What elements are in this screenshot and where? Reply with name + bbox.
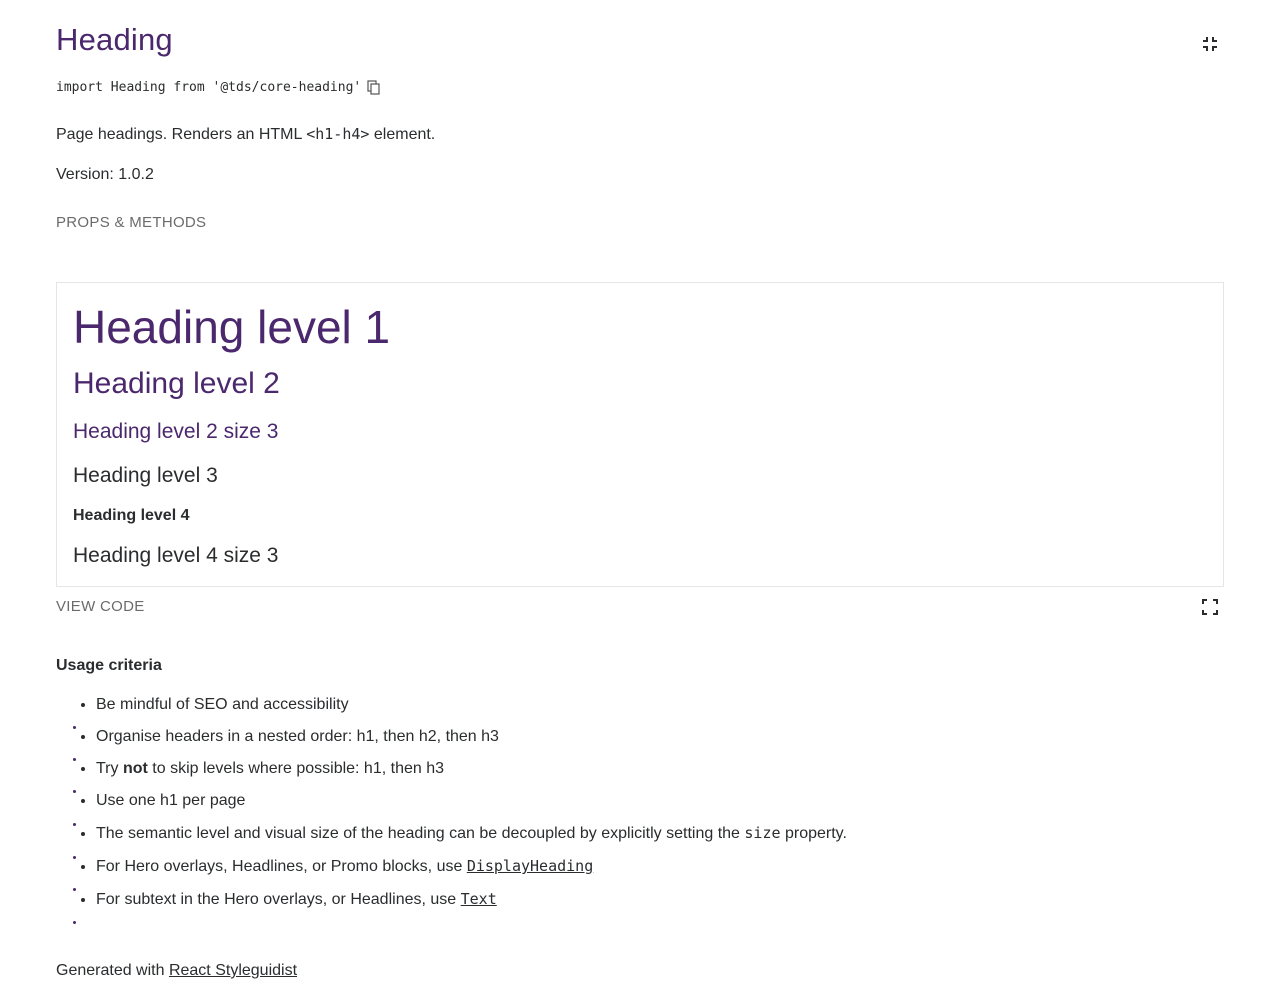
example-preview: Heading level 1 Heading level 2 Heading …: [56, 282, 1224, 587]
heading-level-4-size-3: Heading level 4 size 3: [73, 544, 279, 567]
footer: Generated with React Styleguidist: [56, 962, 298, 979]
text-link[interactable]: Text: [461, 890, 497, 908]
heading-level-1: Heading level 1: [73, 301, 391, 353]
import-statement: import Heading from '@tds/core-heading': [56, 80, 381, 95]
usage-criteria-list: Be mindful of SEO and accessibility Orga…: [56, 692, 847, 919]
heading-level-4: Heading level 4: [73, 507, 190, 524]
heading-level-3: Heading level 3: [73, 464, 218, 487]
emphasis-not: not: [122, 760, 148, 777]
import-code: import Heading from '@tds/core-heading': [56, 80, 362, 95]
expand-button[interactable]: [1200, 597, 1220, 617]
heading-level-2-size-3: Heading level 2 size 3: [73, 420, 279, 443]
page-title: Heading: [56, 22, 173, 57]
display-heading-link[interactable]: DisplayHeading: [467, 857, 593, 875]
collapse-button[interactable]: [1200, 34, 1220, 54]
copy-icon: [367, 80, 380, 95]
list-item: Use one h1 per page: [96, 788, 847, 820]
view-code-link[interactable]: VIEW CODE: [56, 598, 145, 615]
version-label: Version: 1.0.2: [56, 166, 154, 183]
component-description: Page headings. Renders an HTML <h1-h4> e…: [56, 125, 436, 143]
heading-level-2: Heading level 2: [73, 367, 280, 400]
usage-criteria-title: Usage criteria: [56, 657, 162, 674]
size-prop-code: size: [744, 824, 781, 842]
html-element-code: <h1-h4>: [306, 125, 370, 143]
props-methods-link[interactable]: PROPS & METHODS: [56, 214, 206, 231]
copy-button[interactable]: [367, 80, 381, 95]
list-item: Try not to skip levels where possible: h…: [96, 756, 847, 788]
expand-icon: [1202, 599, 1218, 615]
bullet-dot: [73, 921, 76, 924]
list-item: Be mindful of SEO and accessibility: [96, 692, 847, 724]
list-item: For subtext in the Hero overlays, or Hea…: [96, 886, 847, 919]
react-styleguidist-link[interactable]: React Styleguidist: [169, 962, 297, 979]
collapse-icon: [1203, 37, 1217, 51]
list-item: For Hero overlays, Headlines, or Promo b…: [96, 853, 847, 886]
list-item: Organise headers in a nested order: h1, …: [96, 724, 847, 756]
list-item: The semantic level and visual size of th…: [96, 820, 847, 853]
